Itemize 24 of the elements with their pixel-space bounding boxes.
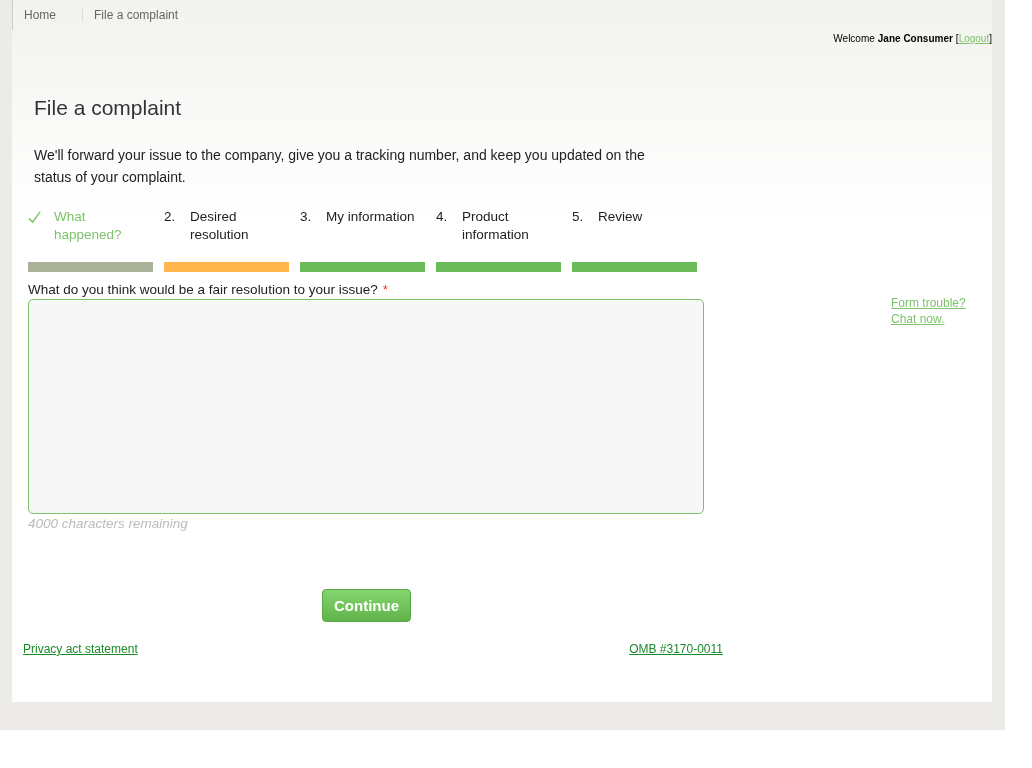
intro-text: We'll forward your issue to the company, give you a tracking number, and keep you updated on the status of your complaint.: [34, 146, 646, 187]
page-title: File a complaint: [34, 96, 183, 120]
step-label: What happened?: [54, 208, 123, 244]
breadcrumb-link[interactable]: File a complaint: [82, 8, 189, 22]
step-number: 5.: [572, 208, 585, 226]
step-label: Product information: [462, 208, 530, 244]
question-label: What do you think would be a fair resolution to your issue?: [28, 282, 378, 297]
step-number: 2.: [164, 208, 177, 226]
step-label: My information: [326, 208, 415, 226]
bracket: [: [955, 33, 959, 44]
user-name: Jane Consumer: [877, 33, 953, 44]
breadcrumb-link[interactable]: Home: [13, 8, 66, 22]
omb-link[interactable]: OMB #3170-0011: [629, 642, 723, 656]
bracket: ]: [989, 33, 992, 44]
welcome-text: Welcome: [833, 33, 875, 44]
step-number: 3.: [300, 208, 313, 226]
step-label: Desired resolution: [190, 208, 250, 244]
resolution-text-area[interactable]: [28, 299, 704, 514]
step-label: Review: [598, 208, 643, 226]
characters-remaining: 4000 characters remaining: [28, 516, 189, 531]
check-icon: [28, 211, 41, 224]
step-number: 4.: [436, 208, 449, 226]
required-mark: *: [382, 282, 388, 297]
privacy-link[interactable]: Privacy act statement: [23, 642, 138, 656]
